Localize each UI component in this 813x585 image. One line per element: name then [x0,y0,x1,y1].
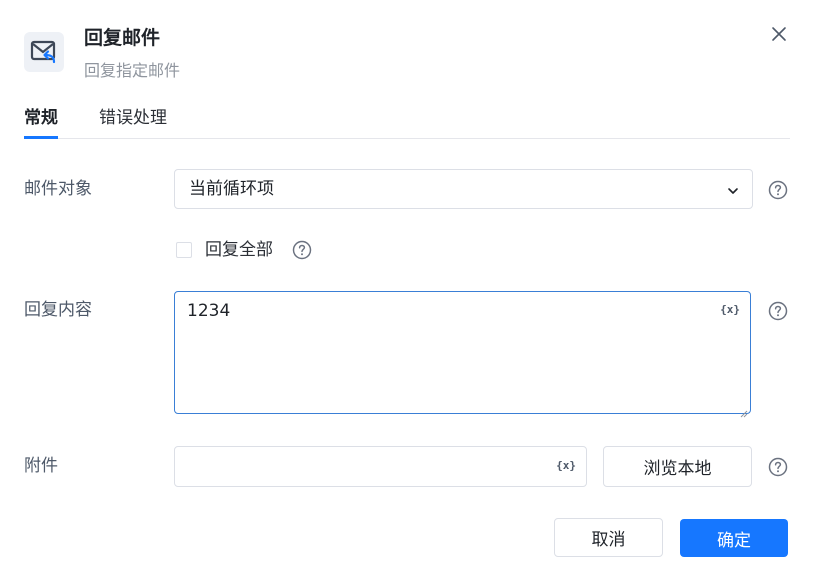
variable-insert-button[interactable]: {x} [720,303,740,316]
reply-content-value: 1234 [187,301,231,321]
help-icon[interactable] [292,240,312,260]
tab-error-handling[interactable]: 错误处理 [99,104,167,132]
cancel-button[interactable]: 取消 [554,518,663,557]
reply-content-label: 回复内容 [24,300,92,320]
chevron-down-icon [726,183,740,197]
mail-reply-icon [24,32,64,72]
tab-general[interactable]: 常规 [24,104,58,139]
dialog-title: 回复邮件 [84,27,161,49]
variable-insert-button[interactable]: {x} [556,459,576,472]
reply-all-checkbox[interactable] [176,242,192,258]
reply-content-textarea[interactable]: 1234 {x} [174,291,751,418]
mail-object-value: 当前循环项 [189,179,274,199]
resize-handle-icon[interactable] [740,403,748,418]
attachment-input[interactable]: {x} [174,446,587,487]
mail-object-label: 邮件对象 [24,179,92,199]
help-icon[interactable] [768,180,788,200]
attachment-label: 附件 [24,456,58,476]
reply-all-label: 回复全部 [205,240,273,260]
confirm-button[interactable]: 确定 [680,519,788,557]
browse-local-button[interactable]: 浏览本地 [603,446,752,487]
tab-bar: 常规 错误处理 [24,104,790,139]
dialog-subtitle: 回复指定邮件 [84,61,181,80]
help-icon[interactable] [768,301,788,321]
close-icon[interactable] [769,24,789,44]
help-icon[interactable] [768,457,788,477]
mail-object-select[interactable]: 当前循环项 [174,169,753,209]
